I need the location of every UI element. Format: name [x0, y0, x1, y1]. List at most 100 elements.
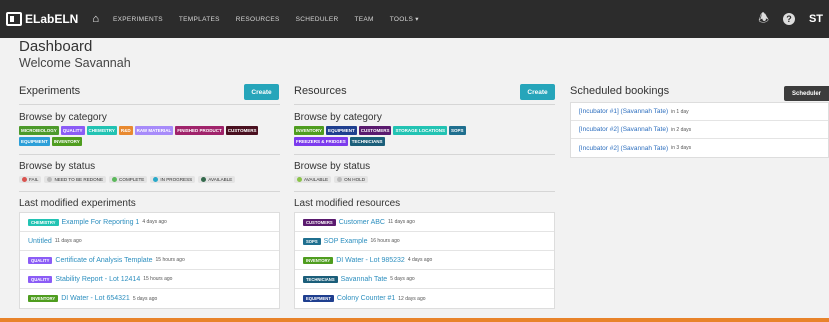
experiments-title: Experiments: [19, 85, 81, 97]
user-avatar[interactable]: ST: [809, 13, 823, 25]
resources-title: Resources: [294, 85, 347, 97]
resources-category-tag[interactable]: SOPS: [449, 126, 466, 135]
scheduler-button[interactable]: Scheduler: [784, 86, 829, 101]
item-timestamp: 11 days ago: [387, 219, 415, 225]
resources-status-filter[interactable]: AVAILABLE: [294, 176, 332, 183]
experiments-status-filter[interactable]: AVAILABLE: [198, 176, 236, 183]
item-link[interactable]: Certificate of Analysis Template: [55, 257, 152, 264]
resource-status-filters: AVAILABLE ON HOLD: [294, 176, 369, 183]
experiments-browse-category-label: Browse by category: [19, 112, 107, 123]
resources-category-tag[interactable]: TECHNICIANS: [349, 137, 385, 146]
top-navbar: ELabELN ⌂ EXPERIMENTS TEMPLATES RESOURCE…: [0, 0, 829, 38]
divider: [19, 154, 280, 155]
resource-category-tags: INVENTORY EQUIPMENT CUSTOMERS STORAGE LOCAT…: [294, 126, 514, 146]
experiments-category-tag[interactable]: FINISHED PRODUCT: [175, 126, 224, 135]
category-badge: INVENTORY: [28, 295, 59, 302]
status-dot-icon: [297, 177, 302, 182]
brand-logo[interactable]: ELabELN: [6, 12, 78, 26]
status-label: FAIL: [29, 177, 39, 182]
item-link[interactable]: Example For Reporting 1: [62, 219, 140, 226]
experiments-status-filter[interactable]: COMPLETE: [109, 176, 148, 183]
booking-time: in 3 days: [671, 145, 692, 151]
divider: [294, 191, 555, 192]
category-badge: QUALITY: [28, 275, 53, 283]
create-resource-button[interactable]: Create: [520, 84, 555, 100]
category-badge: CUSTOMERS: [303, 218, 336, 226]
booking-time: in 1 day: [671, 108, 689, 115]
list-item: INVENTORY DI Water - Lot 985232 4 days ago: [295, 251, 554, 270]
item-link[interactable]: Customer ABC: [339, 219, 385, 226]
nav-resources[interactable]: RESOURCES: [236, 16, 280, 23]
last-modified-resources-list: CUSTOMERS Customer ABC 11 days ago SOPS SOP …: [294, 212, 555, 309]
scheduled-bookings-list: [Incubator #1] (Savannah Tate) in 1 day [I…: [570, 102, 829, 158]
item-link[interactable]: DI Water - Lot 654321: [61, 295, 130, 302]
divider: [19, 104, 280, 105]
booking-link[interactable]: [Incubator #2] (Savannah Tate): [579, 126, 668, 133]
nav-templates[interactable]: TEMPLATES: [179, 16, 220, 23]
list-item: Untitled 11 days ago: [20, 232, 279, 251]
item-timestamp: 15 hours ago: [155, 257, 185, 263]
list-item: INVENTORY DI Water - Lot 654321 5 days ago: [20, 289, 279, 308]
experiments-status-filter[interactable]: IN PROGRESS: [150, 176, 196, 183]
category-badge: SOPS: [303, 237, 321, 245]
status-dot-icon: [337, 177, 343, 182]
help-icon[interactable]: ?: [782, 13, 795, 25]
status-dot-icon: [47, 177, 53, 182]
resources-category-tag[interactable]: FREEZERS & FRIDGES: [294, 137, 348, 146]
status-label: ON HOLD: [344, 177, 366, 182]
experiments-category-tag[interactable]: MICROBIOLOGY: [19, 126, 59, 135]
item-link[interactable]: Colony Counter #1: [337, 295, 395, 302]
item-link[interactable]: Savannah Tate: [341, 276, 388, 283]
experiments-category-tag[interactable]: QUALITY: [60, 126, 85, 135]
nav-tools-dropdown[interactable]: TOOLS ▾: [390, 15, 419, 23]
experiments-category-tag[interactable]: CUSTOMERS: [225, 126, 259, 135]
create-experiment-button[interactable]: Create: [244, 84, 279, 100]
item-timestamp: 4 days ago: [142, 219, 167, 225]
status-dot-icon: [153, 177, 159, 182]
item-link[interactable]: DI Water - Lot 985232: [336, 257, 405, 264]
booking-link[interactable]: [Incubator #1] (Savannah Tate): [579, 108, 668, 115]
resources-category-tag[interactable]: EQUIPMENT: [326, 126, 357, 135]
experiments-status-filter[interactable]: NEED TO BE REDONE: [44, 176, 107, 183]
resources-status-filter[interactable]: ON HOLD: [334, 176, 369, 183]
item-timestamp: 4 days ago: [407, 257, 433, 263]
resources-category-tag[interactable]: INVENTORY: [294, 126, 325, 135]
item-link[interactable]: Stability Report - Lot 12414: [55, 276, 140, 283]
nav-experiments[interactable]: EXPERIMENTS: [113, 16, 163, 23]
booking-link[interactable]: [Incubator #2] (Savannah Tate): [579, 145, 668, 152]
home-icon[interactable]: ⌂: [92, 13, 99, 25]
list-item: CHEMISTRY Example For Reporting 14 days a…: [20, 213, 279, 232]
item-link[interactable]: SOP Example: [324, 238, 368, 245]
resources-category-tag[interactable]: CUSTOMERS: [358, 126, 392, 135]
status-label: AVAILABLE: [304, 177, 329, 182]
last-modified-resources-label: Last modified resources: [294, 198, 401, 209]
experiments-category-tag[interactable]: R&D: [118, 126, 133, 135]
experiments-category-tag[interactable]: RAW MATERIAL: [134, 126, 174, 135]
experiments-status-filter[interactable]: FAIL: [19, 176, 42, 183]
last-modified-experiments-list: CHEMISTRY Example For Reporting 14 days a…: [19, 212, 280, 309]
status-label: NEED TO BE REDONE: [54, 177, 104, 182]
welcome-message: Welcome Savannah: [19, 56, 131, 70]
item-timestamp: 16 hours ago: [370, 238, 400, 244]
divider: [294, 104, 555, 105]
nav-team[interactable]: TEAM: [354, 16, 373, 23]
booking-item: [Incubator #2] (Savannah Tate) in 3 days: [571, 139, 828, 157]
experiments-category-tag[interactable]: EQUIPMENT: [19, 137, 50, 146]
item-timestamp: 5 days ago: [390, 276, 415, 282]
list-item: QUALITY Stability Report - Lot 12414 15 ho…: [20, 270, 279, 289]
nav-scheduler[interactable]: SCHEDULER: [296, 16, 339, 23]
category-badge: QUALITY: [28, 256, 53, 264]
bell-icon[interactable]: 🕭: [758, 9, 769, 30]
resources-browse-category-label: Browse by category: [294, 112, 382, 123]
resources-category-tag[interactable]: STORAGE LOCATIONS: [393, 126, 448, 135]
status-dot-icon: [22, 177, 27, 182]
list-item: QUALITY Certificate of Analysis Template 1…: [20, 251, 279, 270]
list-item: EQUIPMENT Colony Counter #1 12 days ago: [295, 289, 554, 308]
list-item: TECHNICIANS Savannah Tate 5 days ago: [295, 270, 554, 289]
experiments-category-tag[interactable]: CHEMISTRY: [86, 126, 117, 135]
page-title: Dashboard: [19, 38, 93, 55]
last-modified-experiments-label: Last modified experiments: [19, 198, 136, 209]
item-link[interactable]: Untitled: [28, 238, 52, 245]
experiments-category-tag[interactable]: INVENTORY: [51, 137, 82, 146]
experiment-status-filters: FAIL NEED TO BE REDONE COMPLETE IN PROGRESS…: [19, 176, 236, 183]
